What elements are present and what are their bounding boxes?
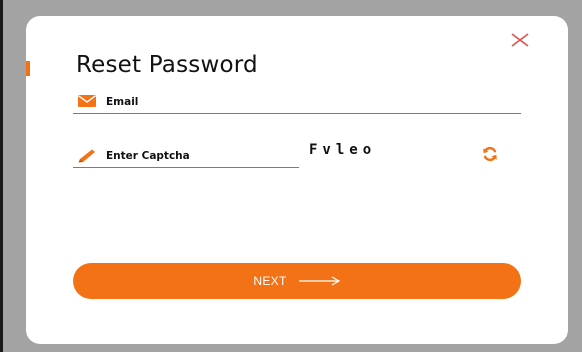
envelope-icon <box>78 94 98 109</box>
next-button-label: NEXT <box>253 274 287 288</box>
accent-bar <box>26 61 30 76</box>
close-button[interactable] <box>509 30 531 52</box>
pencil-icon <box>78 149 98 163</box>
captcha-placeholder: Enter Captcha <box>106 149 190 162</box>
next-button[interactable]: NEXT <box>73 263 521 299</box>
refresh-icon <box>483 146 497 162</box>
modal-title: Reset Password <box>76 52 258 78</box>
email-placeholder: Email <box>106 95 139 108</box>
refresh-captcha-button[interactable] <box>482 146 498 162</box>
close-icon <box>511 33 529 47</box>
window-edge <box>0 0 3 352</box>
captcha-code: Fvleo <box>309 142 377 158</box>
captcha-field[interactable]: Enter Captcha <box>73 144 299 168</box>
email-field[interactable]: Email <box>73 90 521 114</box>
arrow-right-icon <box>298 276 341 286</box>
reset-password-modal: Reset Password Email Enter Captcha Fvleo <box>26 16 568 344</box>
